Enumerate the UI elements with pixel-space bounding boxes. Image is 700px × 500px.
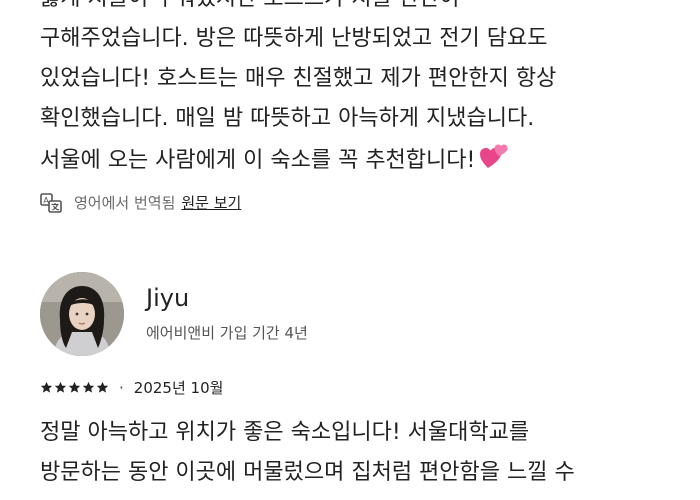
rating-row: · 2025년 10월 [40, 377, 223, 398]
star-icon [68, 381, 81, 393]
review-text-line: 듫게 지불이 무워졌지만 호스트가 지불 판단이 [40, 0, 460, 15]
star-icon [96, 381, 109, 393]
review-text-line-last: 서울에 오는 사람에게 이 숙소를 꼭 추천합니다! [40, 143, 509, 181]
star-rating [40, 381, 109, 394]
review-date: 2025년 10월 [133, 379, 224, 397]
reviewer-tenure: 에어비앤비 가입 기간 4년 [146, 324, 308, 342]
two-hearts-icon [479, 143, 509, 181]
show-original-link[interactable]: 원문 보기 [181, 192, 241, 213]
reviewer-name[interactable]: Jiyu [146, 284, 189, 312]
translation-notice: A 영어에서 번역됨 원문 보기 [40, 192, 241, 213]
avatar[interactable] [40, 272, 124, 356]
star-icon [54, 381, 67, 393]
review-text-line: 방문하는 동안 이곳에 머물렀으며 집처럼 편안함을 느낄 수 [40, 460, 575, 485]
review-text: 서울에 오는 사람에게 이 숙소를 꼭 추천합니다! [40, 148, 476, 173]
translation-label: 영어에서 번역됨 [74, 194, 176, 212]
review-text-line: 정말 아늑하고 위치가 좋은 숙소입니다! 서울대학교를 [40, 420, 530, 445]
review-text-line: 확인했습니다. 매일 밤 따뜻하고 아늑하게 지냈습니다. [40, 106, 535, 131]
translate-icon: A [40, 192, 62, 213]
star-icon [40, 381, 53, 393]
review-text-line: 구해주었습니다. 방은 따뜻하게 난방되었고 전기 담요도 [40, 26, 548, 51]
star-icon [82, 381, 95, 393]
review-text-line: 있었습니다! 호스트는 매우 친절했고 제가 편안한지 항상 [40, 66, 557, 91]
separator-dot: · [119, 378, 124, 397]
